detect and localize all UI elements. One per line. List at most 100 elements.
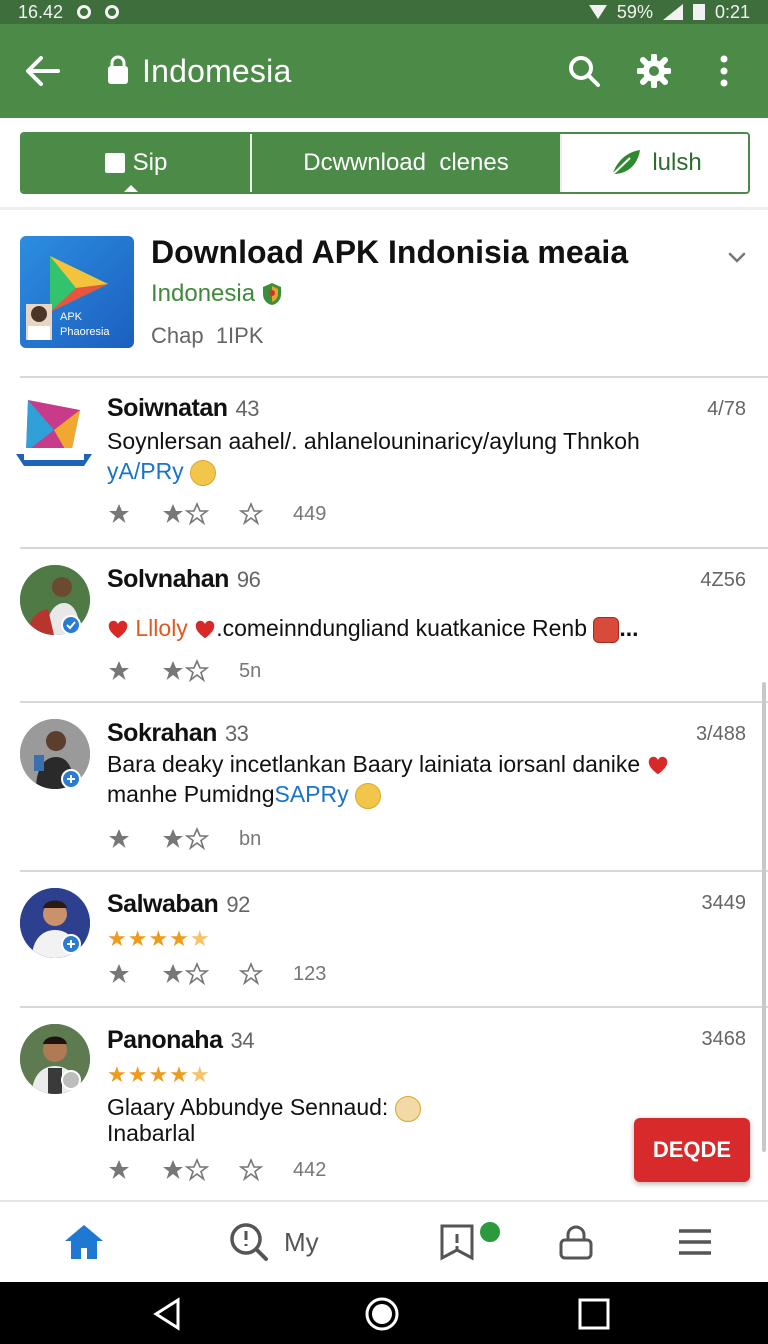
page-title: Indomesia [142, 52, 292, 89]
rate-button[interactable] [161, 962, 209, 986]
star-filled-icon [109, 504, 129, 523]
reviewer-name[interactable]: Solvnahan 96 [107, 565, 261, 594]
review-actions: bn [107, 827, 261, 851]
star-outline-icon [239, 1158, 263, 1182]
rate-button[interactable] [161, 502, 209, 526]
reviewer-name[interactable]: Soiwnatan 43 [107, 394, 260, 423]
review-item[interactable]: Sokrahan 33 3/488 Bara deaky incetlankan … [0, 703, 768, 871]
review-text-line2: Inabarlal [107, 1120, 196, 1146]
star-button[interactable] [107, 1158, 131, 1182]
review-item[interactable]: Solvnahan 96 4Z56 Llloly .comeinndunglian… [0, 549, 768, 701]
avatar [14, 396, 94, 482]
tab-bar: Sip Dcwwnload clenes lulsh [0, 118, 768, 210]
lock-icon [106, 55, 130, 85]
star-filled-icon [109, 1160, 129, 1179]
app-developer[interactable]: Indonesia [151, 280, 283, 308]
back-triangle-icon[interactable] [150, 1296, 186, 1332]
verified-badge-icon [61, 615, 81, 635]
back-button[interactable] [22, 51, 62, 91]
notification-icon [77, 5, 92, 19]
rate-button[interactable] [161, 827, 209, 851]
shield-badge-icon [263, 283, 282, 305]
star-filled-icon [163, 504, 183, 523]
verified-badge-icon [61, 1070, 81, 1090]
app-meta: Chap 1IPK [151, 323, 264, 348]
review-link[interactable]: yA/PRy [107, 458, 184, 484]
lock-icon [559, 1225, 593, 1260]
more-options-button[interactable] [706, 53, 742, 89]
review-stat: 442 [293, 1158, 327, 1181]
review-stat: 123 [293, 962, 327, 985]
review-text-line2a: manhe Pumidng [107, 781, 275, 807]
laugh-emoji-icon [394, 1095, 421, 1122]
app-name: Download APK Indonisia meaia [151, 234, 629, 270]
nav-account[interactable] [556, 1218, 596, 1266]
reviewer-name-text: Panonaha [107, 1026, 223, 1054]
app-icon[interactable]: APK Phaoresia [20, 236, 134, 348]
tab-sip[interactable]: Sip [22, 134, 252, 192]
heart-icon [195, 620, 215, 639]
reviewer-name-text: Solvnahan [107, 565, 229, 593]
star-filled-icon [109, 829, 129, 848]
scrollbar[interactable] [762, 682, 766, 1152]
star-filled-icon [163, 829, 183, 848]
review-item[interactable]: Soiwnatan 43 4/78 Soynlersan aahel/. ahla… [0, 378, 768, 548]
favorite-button[interactable] [239, 962, 263, 986]
tab-lulsh[interactable]: lulsh [562, 134, 748, 192]
favorite-button[interactable] [239, 1158, 263, 1182]
reviewer-name[interactable]: Sokrahan 33 [107, 719, 249, 748]
settings-button[interactable] [636, 53, 672, 89]
chevron-down-icon[interactable] [726, 246, 748, 268]
review-text: Llloly .comeinndungliand kuatkanice Renb… [107, 613, 639, 643]
star-rating: ★★★★★ [107, 1062, 211, 1087]
star-filled-icon [163, 661, 183, 680]
rate-button[interactable] [161, 659, 209, 683]
star-button[interactable] [107, 962, 131, 986]
star-rating: ★★★★★ [107, 926, 211, 951]
nav-my-label: My [284, 1226, 319, 1257]
app-header: APK Phaoresia Download APK Indonisia mea… [0, 220, 768, 376]
review-text: Bara deaky incetlankan Baary lainiata io… [107, 749, 669, 779]
sticker-icon [593, 616, 620, 643]
review-actions: 449 [107, 502, 326, 526]
review-ellipsis: ... [619, 615, 639, 641]
review-date: 4/78 [707, 398, 746, 420]
star-filled-icon [163, 1160, 183, 1179]
nav-bookmarks[interactable] [438, 1218, 476, 1266]
review-text-line1: Glaary Abbundye Sennaud: [107, 1094, 389, 1120]
floating-action-button[interactable]: DEQDE [634, 1118, 750, 1182]
verified-badge-icon [61, 934, 81, 954]
nav-search-my[interactable]: My [228, 1218, 319, 1266]
star-button[interactable] [107, 827, 131, 851]
favorite-button[interactable] [239, 502, 263, 526]
star-outline-icon [185, 1158, 209, 1182]
nav-menu[interactable] [676, 1218, 714, 1266]
star-outline-icon [239, 502, 263, 526]
tab-label: Dcwwnload clenes [303, 149, 509, 176]
search-icon [569, 56, 600, 87]
leaf-icon [609, 150, 641, 178]
search-button[interactable] [566, 53, 602, 89]
gear-icon [637, 54, 671, 88]
star-button[interactable] [107, 659, 131, 683]
reviewer-name-text: Soiwnatan [107, 394, 228, 422]
home-circle-icon[interactable] [364, 1296, 400, 1332]
review-text-line2: yA/PRy [107, 456, 217, 486]
rate-button[interactable] [161, 1158, 209, 1182]
reviewer-name[interactable]: Salwaban 92 [107, 890, 250, 919]
review-actions: 123 [107, 962, 326, 986]
review-actions: 5n [107, 659, 261, 683]
smile-emoji-icon [355, 782, 382, 809]
status-right-time: 0:21 [714, 1, 750, 22]
recents-square-icon[interactable] [576, 1296, 612, 1332]
star-filled-icon [109, 661, 129, 680]
nav-home[interactable] [62, 1218, 106, 1266]
star-button[interactable] [107, 502, 131, 526]
reviewer-count: 33 [224, 721, 249, 746]
tab-download-clones[interactable]: Dcwwnload clenes [252, 134, 562, 192]
reviewer-name[interactable]: Panonaha 34 [107, 1026, 254, 1055]
review-item[interactable]: Salwaban 92 3449 ★★★★★ 123 [0, 872, 768, 1006]
notification-badge-icon [478, 1220, 502, 1244]
review-link[interactable]: SAPRy [275, 781, 349, 807]
reviewer-count: 96 [236, 567, 261, 592]
